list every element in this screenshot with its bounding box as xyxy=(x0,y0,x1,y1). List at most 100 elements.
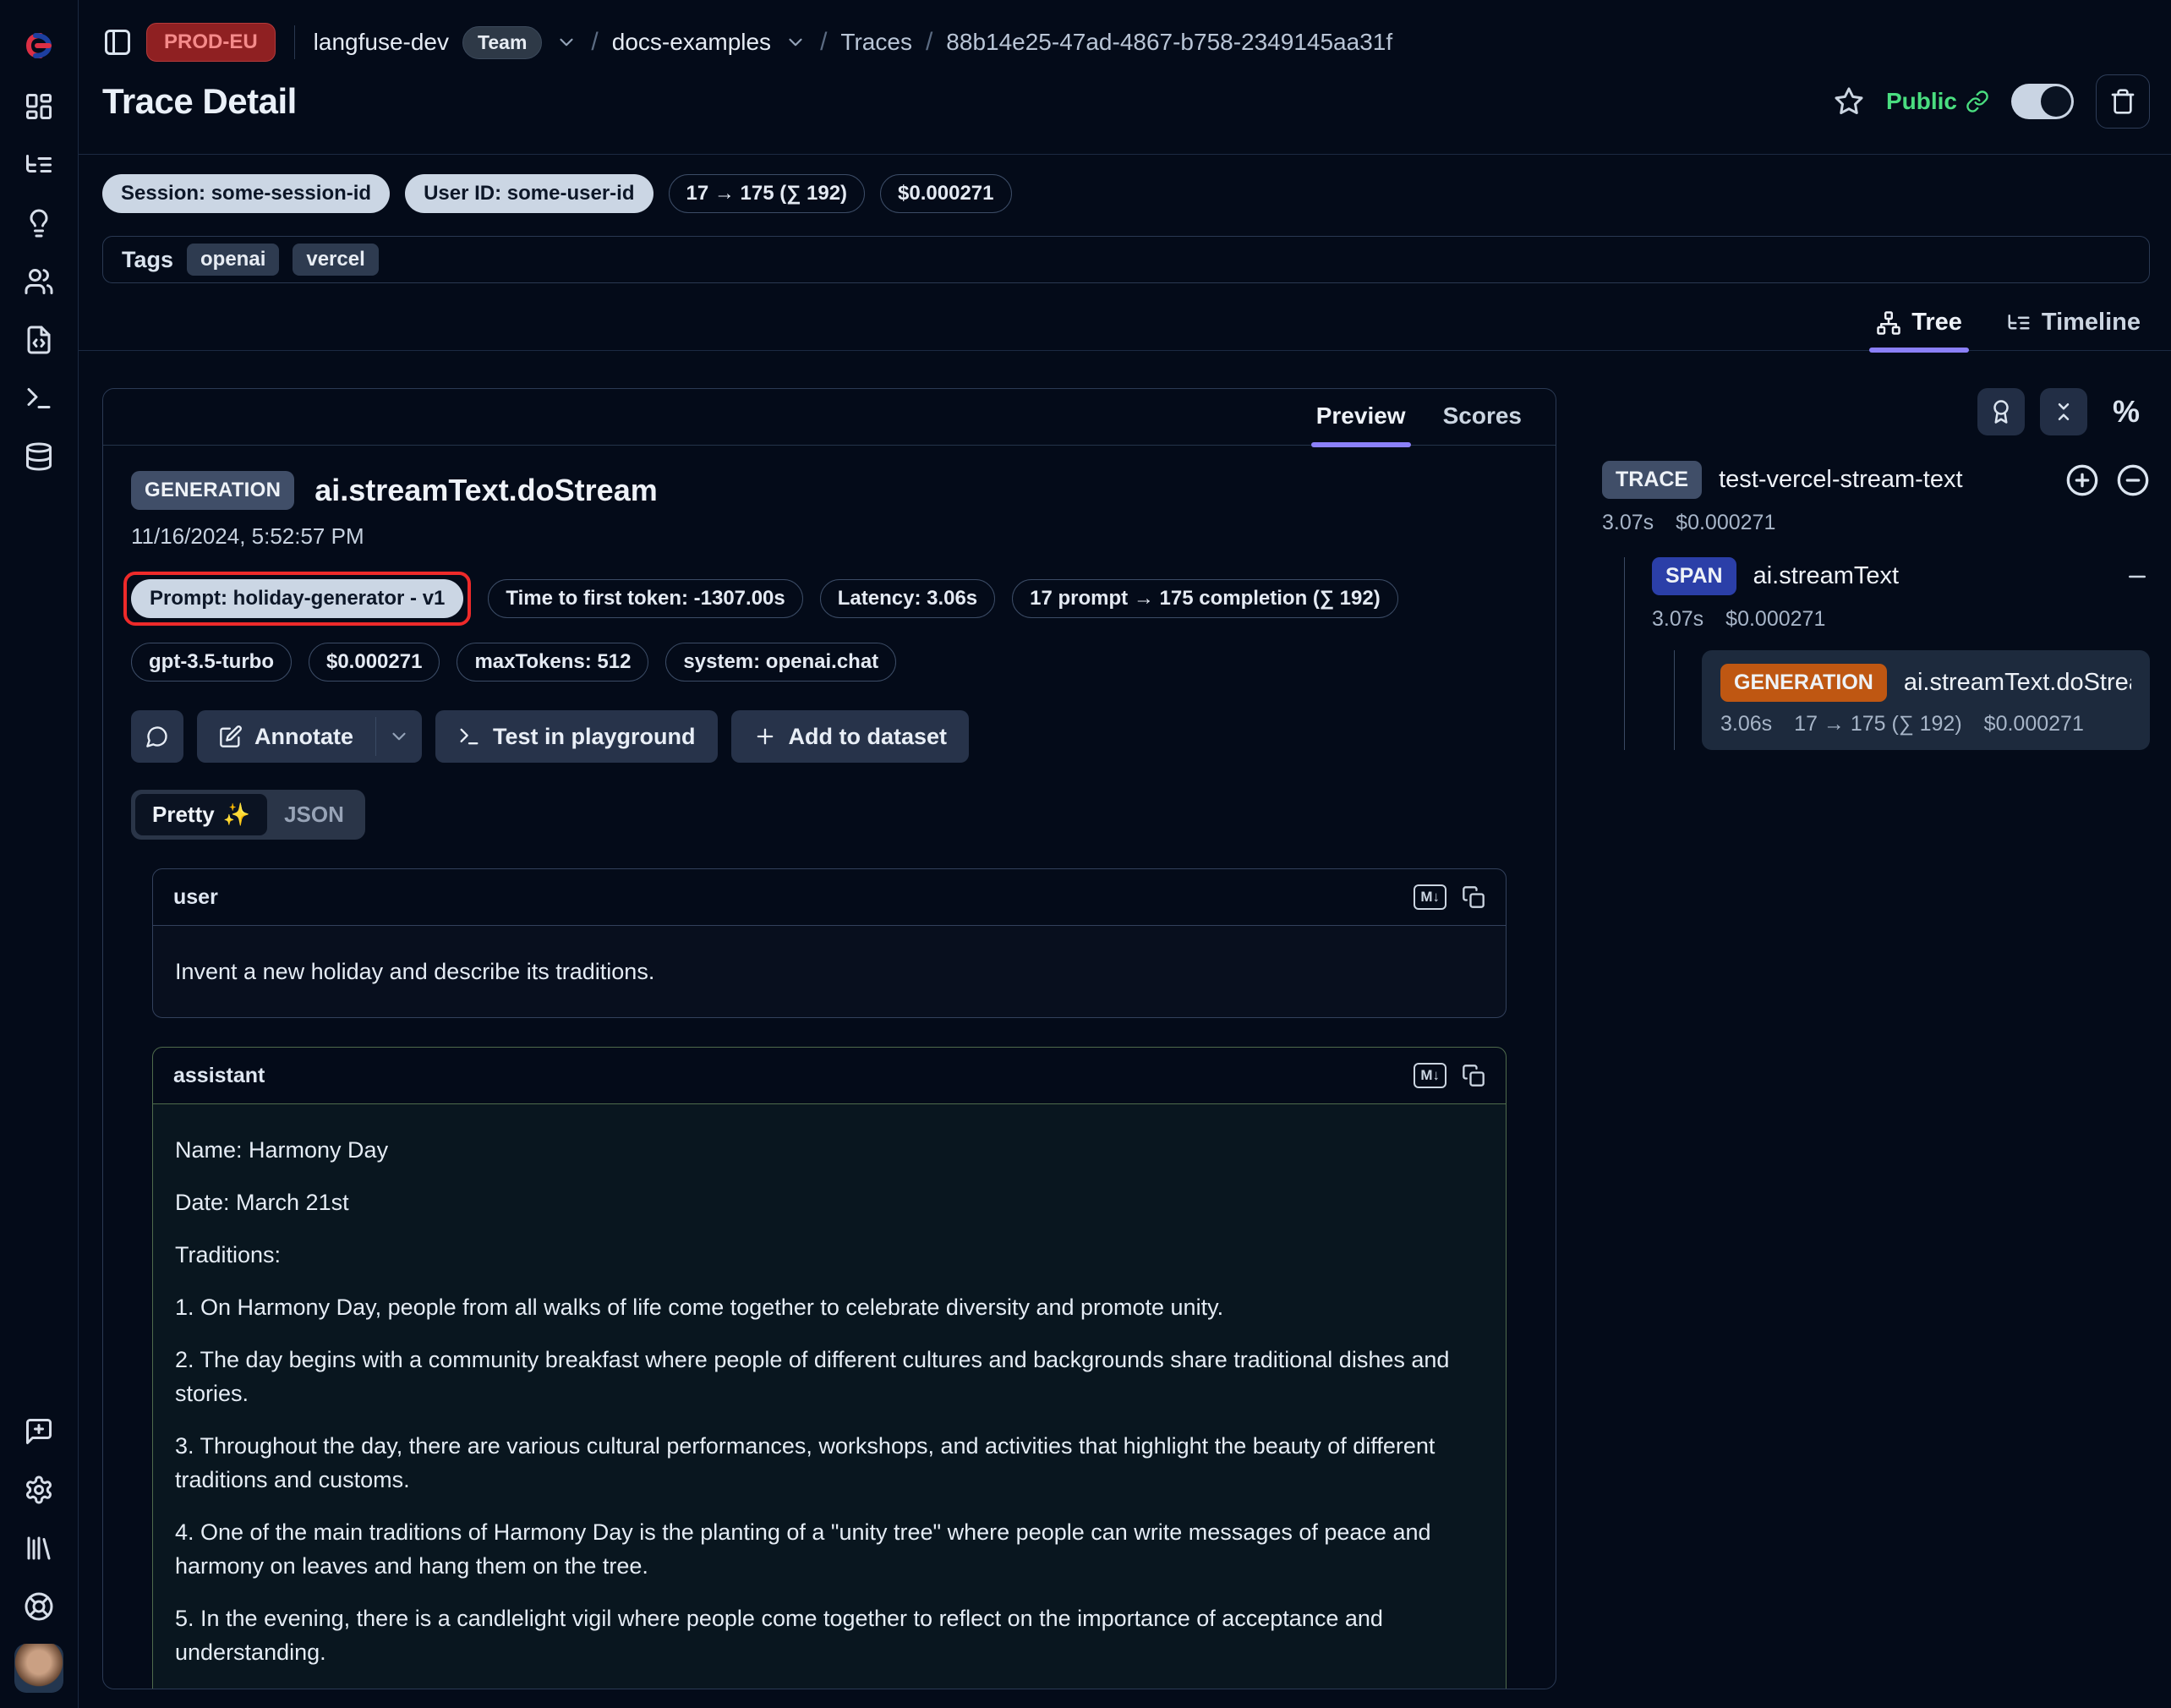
pretty-tab[interactable]: Pretty ✨ xyxy=(135,794,267,835)
breadcrumb-divider xyxy=(294,25,295,59)
observation-timestamp: 11/16/2024, 5:52:57 PM xyxy=(131,523,1528,550)
fold-vertical-icon xyxy=(2051,399,2076,424)
tab-tree[interactable]: Tree xyxy=(1876,309,1962,337)
tab-tree-label: Tree xyxy=(1911,309,1962,337)
tags-container: Tags openai vercel xyxy=(102,236,2150,283)
breadcrumb-trace-id: 88b14e25-47ad-4867-b758-2349145aa31f xyxy=(946,29,1392,56)
support-lifebuoy-icon[interactable] xyxy=(24,1591,54,1622)
public-label: Public xyxy=(1886,88,1957,115)
breadcrumb-separator: / xyxy=(820,28,827,57)
message-text: Name: Harmony Day xyxy=(175,1133,1484,1167)
test-in-playground-button[interactable]: Test in playground xyxy=(435,710,718,763)
message-text: 5. In the evening, there is a candleligh… xyxy=(175,1601,1484,1669)
breadcrumb-org[interactable]: langfuse-dev xyxy=(314,29,449,56)
time-to-first-token-badge: Time to first token: -1307.00s xyxy=(488,579,802,618)
latency-badge: Latency: 3.06s xyxy=(820,579,995,618)
observation-cost-badge: $0.000271 xyxy=(309,643,440,682)
trace-cost: $0.000271 xyxy=(1676,511,1775,535)
prompts-lightbulb-icon[interactable] xyxy=(24,208,54,238)
terminal-icon xyxy=(457,725,481,748)
public-link[interactable]: Public xyxy=(1886,88,1989,115)
collapse-all-minus-icon[interactable] xyxy=(2116,463,2150,497)
page-header: PROD-EU langfuse-dev Team / docs-example… xyxy=(79,0,2171,154)
chevron-down-icon xyxy=(388,725,410,747)
breadcrumb: PROD-EU langfuse-dev Team / docs-example… xyxy=(102,22,2150,63)
annotate-dropdown-button[interactable] xyxy=(376,710,422,763)
dashboard-icon[interactable] xyxy=(24,91,54,122)
copy-icon[interactable] xyxy=(1462,885,1485,909)
delete-trace-button[interactable] xyxy=(2096,74,2150,129)
trace-latency: 3.07s xyxy=(1602,511,1654,535)
datasets-database-icon[interactable] xyxy=(24,441,54,472)
span-type-badge: SPAN xyxy=(1652,557,1736,595)
markdown-toggle-icon[interactable]: M↓ xyxy=(1414,1063,1446,1088)
tag-vercel[interactable]: vercel xyxy=(293,244,378,276)
users-icon[interactable] xyxy=(24,266,54,297)
generation-node-selected[interactable]: GENERATION ai.streamText.doStream 3.06s … xyxy=(1702,650,2150,750)
tab-timeline[interactable]: Timeline xyxy=(2006,309,2141,337)
pretty-label: Pretty xyxy=(152,802,215,828)
prompt-version-badge[interactable]: Prompt: holiday-generator - v1 xyxy=(131,579,463,618)
message-text: 4. One of the main traditions of Harmony… xyxy=(175,1515,1484,1583)
trace-children: SPAN ai.streamText 3.07s $0.000271 GENER… xyxy=(1624,557,2150,750)
generation-latency: 3.06s xyxy=(1720,712,1772,736)
collapse-node-icon[interactable] xyxy=(2125,564,2150,589)
tab-preview[interactable]: Preview xyxy=(1316,402,1406,430)
trace-type-badge: TRACE xyxy=(1602,461,1702,499)
message-text: 2. The day begins with a community break… xyxy=(175,1343,1484,1410)
generation-node-title: GENERATION ai.streamText.doStream xyxy=(1720,664,2131,702)
user-id-badge[interactable]: User ID: some-user-id xyxy=(405,174,653,213)
assistant-message-box: assistant M↓ Name: Harmony Day Date: Mar… xyxy=(152,1047,1507,1689)
span-name: ai.streamText xyxy=(1753,562,1899,590)
org-chevron-down-icon[interactable] xyxy=(555,31,577,53)
comment-button[interactable] xyxy=(131,710,183,763)
span-children: GENERATION ai.streamText.doStream 3.06s … xyxy=(1674,650,2150,750)
breadcrumb-traces[interactable]: Traces xyxy=(840,29,912,56)
trash-icon xyxy=(2109,88,2136,115)
comment-icon xyxy=(145,725,169,748)
add-to-dataset-label: Add to dataset xyxy=(789,724,948,750)
generation-type-badge: GENERATION xyxy=(131,471,294,510)
environment-badge[interactable]: PROD-EU xyxy=(146,23,276,62)
add-to-dataset-button[interactable]: Add to dataset xyxy=(731,710,970,763)
docs-library-icon[interactable] xyxy=(24,1533,54,1563)
sparkles-icon: ✨ xyxy=(223,802,250,828)
scores-award-button[interactable] xyxy=(1977,388,2025,435)
playground-label: Test in playground xyxy=(493,724,696,750)
expand-all-plus-icon[interactable] xyxy=(2065,463,2099,497)
json-tab[interactable]: JSON xyxy=(267,794,361,835)
tab-scores[interactable]: Scores xyxy=(1443,402,1522,430)
collapse-all-button[interactable] xyxy=(2040,388,2087,435)
file-json-icon[interactable] xyxy=(24,325,54,355)
tag-openai[interactable]: openai xyxy=(187,244,279,276)
feedback-message-plus-icon[interactable] xyxy=(24,1416,54,1447)
trace-meta-badges: Session: some-session-id User ID: some-u… xyxy=(79,155,2171,213)
settings-gear-icon[interactable] xyxy=(24,1475,54,1505)
trace-node[interactable]: TRACE test-vercel-stream-text xyxy=(1602,461,2150,499)
breadcrumb-project[interactable]: docs-examples xyxy=(612,29,771,56)
copy-icon[interactable] xyxy=(1462,1064,1485,1087)
span-node[interactable]: SPAN ai.streamText xyxy=(1652,557,2150,595)
playground-terminal-icon[interactable] xyxy=(24,383,54,413)
plus-icon xyxy=(753,725,777,748)
annotate-button[interactable]: Annotate xyxy=(197,710,375,763)
bookmark-star-icon[interactable] xyxy=(1834,86,1864,117)
preview-scores-tabs: Preview Scores xyxy=(103,389,1556,446)
observation-badges-row1: Prompt: holiday-generator - v1 Time to f… xyxy=(131,572,1528,626)
max-tokens-badge: maxTokens: 512 xyxy=(457,643,648,682)
page-title: Trace Detail xyxy=(102,81,297,122)
public-toggle[interactable] xyxy=(2011,84,2074,119)
session-badge[interactable]: Session: some-session-id xyxy=(102,174,390,213)
tree-icon xyxy=(1876,310,1901,336)
langfuse-logo-icon[interactable] xyxy=(18,25,60,66)
sidebar-toggle-icon[interactable] xyxy=(102,27,133,57)
markdown-toggle-icon[interactable]: M↓ xyxy=(1414,884,1446,910)
model-badge[interactable]: gpt-3.5-turbo xyxy=(131,643,292,682)
observation-title-row: GENERATION ai.streamText.doStream xyxy=(131,471,1528,510)
user-avatar[interactable] xyxy=(14,1644,63,1693)
project-chevron-down-icon[interactable] xyxy=(785,31,807,53)
user-message-content: Invent a new holiday and describe its tr… xyxy=(153,926,1506,1017)
tracing-list-tree-icon[interactable] xyxy=(24,150,54,180)
title-actions: Public xyxy=(1834,74,2150,129)
metrics-percent-button[interactable]: % xyxy=(2103,388,2150,435)
